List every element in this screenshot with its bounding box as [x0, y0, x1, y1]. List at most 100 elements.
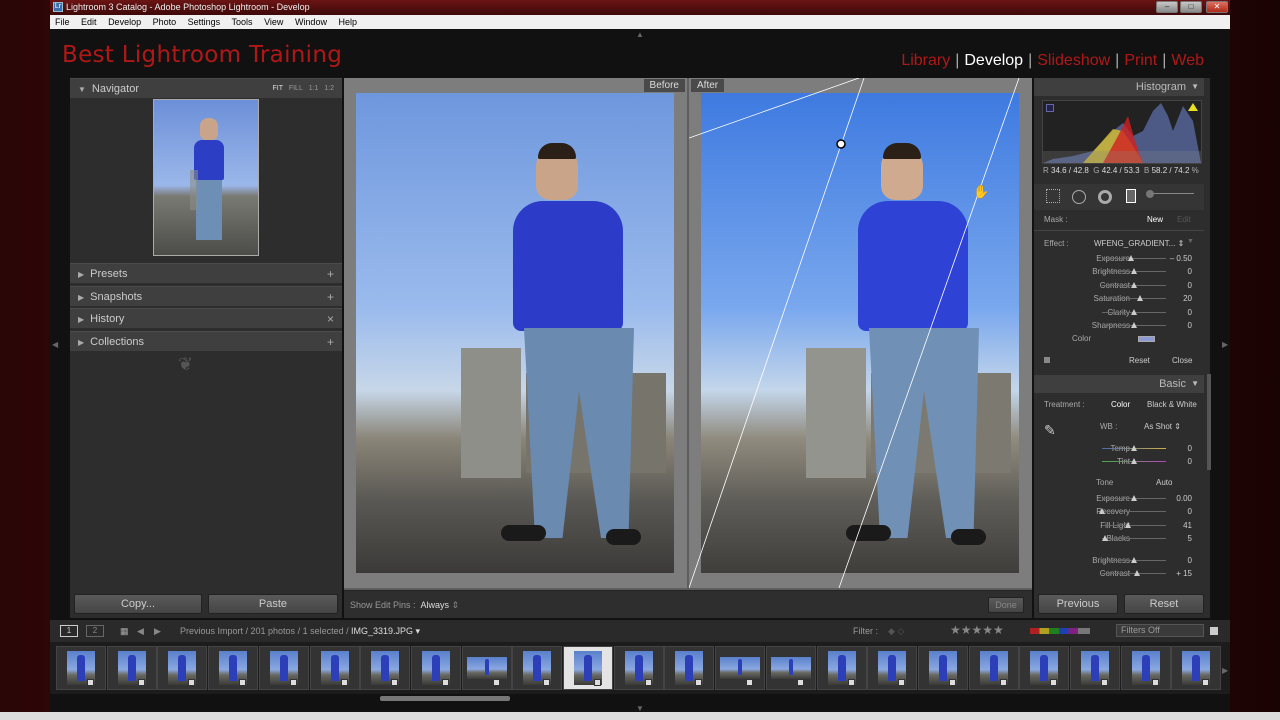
forward-arrow-icon[interactable]: ▶ [154, 620, 161, 642]
primary-window-button[interactable]: 1 [60, 625, 78, 637]
filmstrip-thumbnail[interactable] [309, 646, 360, 690]
slider-value[interactable]: 0 [1162, 554, 1192, 567]
crop-tool-icon[interactable] [1046, 189, 1060, 203]
mask-close-button[interactable]: Close [1172, 356, 1192, 365]
filmstrip-thumbnail[interactable] [512, 646, 563, 690]
filmstrip-thumbnail[interactable] [816, 646, 867, 690]
slider-knob[interactable] [1134, 570, 1140, 577]
filmstrip-thumbnail[interactable] [1120, 646, 1171, 690]
collections-header[interactable]: ▶ Collections + [70, 331, 342, 351]
filmstrip-thumbnail[interactable] [715, 646, 766, 690]
menu-view[interactable]: View [264, 17, 283, 27]
slider-value[interactable]: + 15 [1162, 567, 1192, 580]
color-label-filter[interactable] [1030, 628, 1090, 634]
temp-slider[interactable]: Temp0 [1040, 442, 1200, 455]
collapse-triangle-icon[interactable]: ▼ [1187, 238, 1194, 245]
tone-recovery-slider[interactable]: Recovery0 [1040, 505, 1200, 518]
current-file-select[interactable]: IMG_3319.JPG ▾ [351, 620, 420, 642]
panel-scrollbar[interactable] [1207, 374, 1211, 470]
before-photo[interactable] [356, 93, 674, 573]
tone-blacks-slider[interactable]: Blacks5 [1040, 532, 1200, 545]
filmstrip-thumbnail[interactable] [867, 646, 918, 690]
mask-edit-button[interactable]: Edit [1177, 215, 1191, 224]
slider-knob[interactable] [1131, 445, 1137, 451]
slider-value[interactable]: 0 [1162, 265, 1192, 278]
filmstrip-thumbnail[interactable] [208, 646, 259, 690]
slider-track[interactable] [1102, 538, 1166, 540]
menu-photo[interactable]: Photo [153, 17, 177, 27]
maximize-button[interactable]: □ [1180, 1, 1202, 13]
clear-history-icon[interactable]: × [327, 309, 334, 329]
filmstrip-scrollbar[interactable] [380, 696, 510, 701]
zoom-fill[interactable]: FILL [289, 85, 303, 92]
slider-track[interactable] [1102, 258, 1166, 259]
zoom-fit[interactable]: FIT [272, 85, 283, 92]
slider-value[interactable]: 0 [1162, 505, 1192, 518]
histogram[interactable] [1042, 100, 1202, 164]
gradient-line-center[interactable] [689, 78, 865, 588]
mask-reset-button[interactable]: Reset [1129, 356, 1150, 365]
slider-knob[interactable] [1131, 308, 1137, 315]
toggle-switch-icon[interactable] [1044, 357, 1050, 363]
gradient-sharpness-slider[interactable]: Sharpness0 [1040, 319, 1200, 332]
flag-filter-icons[interactable]: ◆ ◇ [888, 620, 904, 642]
slider-value[interactable]: 0 [1162, 442, 1192, 455]
menu-settings[interactable]: Settings [188, 17, 221, 27]
navigator-preview[interactable] [153, 99, 259, 256]
module-develop[interactable]: Develop [964, 52, 1023, 69]
filmstrip-thumbnail[interactable] [1019, 646, 1070, 690]
star-rating-filter[interactable]: ★★★★★ [950, 619, 1004, 641]
presets-header[interactable]: ▶ Presets + [70, 263, 342, 283]
module-library[interactable]: Library [901, 52, 950, 69]
slider-knob[interactable] [1125, 521, 1131, 528]
color-swatch[interactable] [1138, 336, 1155, 342]
mask-new-button[interactable]: New [1147, 215, 1163, 224]
slider-knob[interactable] [1099, 508, 1105, 515]
secondary-window-button[interactable]: 2 [86, 625, 104, 637]
menu-develop[interactable]: Develop [108, 17, 141, 27]
add-collection-icon[interactable]: + [327, 332, 334, 352]
slider-value[interactable]: 0.00 [1162, 492, 1192, 505]
filmstrip-thumbnail[interactable] [157, 646, 208, 690]
histogram-header[interactable]: Histogram ▼ [1034, 78, 1204, 96]
slider-value[interactable]: 41 [1162, 519, 1192, 532]
red-eye-icon[interactable] [1098, 190, 1112, 204]
slider-value[interactable]: – 0.50 [1162, 252, 1192, 265]
slider-knob[interactable] [1131, 557, 1137, 563]
filmstrip-thumbnail[interactable] [765, 646, 816, 690]
add-preset-icon[interactable]: + [327, 264, 334, 284]
graduated-filter-overlay[interactable] [689, 78, 1032, 588]
module-web[interactable]: Web [1171, 52, 1204, 69]
filmstrip-thumbnail[interactable] [563, 646, 613, 690]
slider-knob[interactable] [1131, 322, 1137, 328]
shadow-clipping-indicator[interactable] [1046, 104, 1054, 112]
filmstrip-right-arrow-icon[interactable]: ▶ [1222, 666, 1228, 675]
treatment-color-button[interactable]: Color [1111, 400, 1130, 409]
slider-knob[interactable] [1128, 255, 1134, 261]
treatment-bw-button[interactable]: Black & White [1147, 400, 1197, 409]
add-snapshot-icon[interactable]: + [327, 287, 334, 307]
filmstrip-thumbnail[interactable] [258, 646, 309, 690]
previous-button[interactable]: Previous [1038, 594, 1118, 614]
menu-window[interactable]: Window [295, 17, 327, 27]
slider-track[interactable] [1102, 511, 1166, 513]
basic-header[interactable]: Basic ▼ [1034, 375, 1204, 393]
filmstrip-thumbnail[interactable] [56, 646, 106, 690]
zoom-1-2[interactable]: 1:2 [324, 85, 334, 92]
copy-settings-button[interactable]: Copy... [74, 594, 202, 614]
tone-exposure-slider[interactable]: Exposure0.00 [1040, 492, 1200, 505]
filter-lock-icon[interactable] [1210, 627, 1218, 635]
collapse-left-panel-icon[interactable]: ◀ [52, 340, 58, 349]
filmstrip-thumbnail[interactable] [461, 646, 512, 690]
module-slideshow[interactable]: Slideshow [1037, 52, 1110, 69]
done-button[interactable]: Done [988, 597, 1024, 613]
close-window-button[interactable]: ✕ [1206, 1, 1228, 13]
menu-edit[interactable]: Edit [81, 17, 97, 27]
back-arrow-icon[interactable]: ◀ [137, 620, 144, 642]
filmstrip-thumbnail[interactable] [106, 646, 157, 690]
module-print[interactable]: Print [1124, 52, 1157, 69]
adjustment-brush-icon[interactable] [1148, 193, 1194, 197]
grid-view-icon[interactable]: ▦ [120, 620, 129, 642]
slider-value[interactable]: 0 [1162, 279, 1192, 292]
filmstrip-thumbnail[interactable] [917, 646, 968, 690]
